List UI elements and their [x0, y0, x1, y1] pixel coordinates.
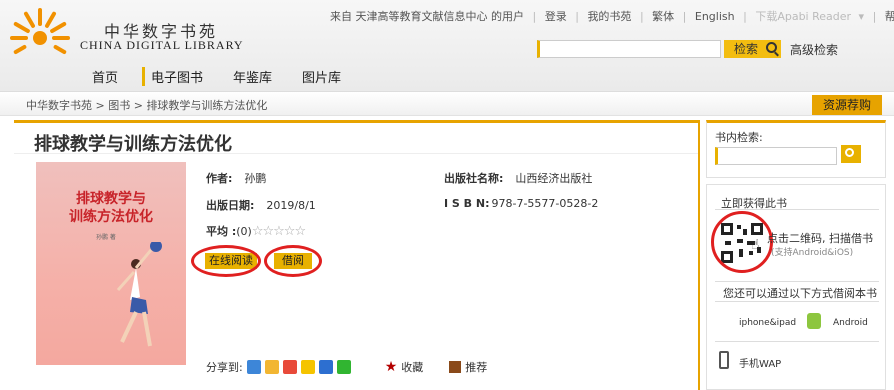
share-bar: 分享到: ★ 收藏 推荐 [206, 359, 487, 375]
share-qzone-icon[interactable] [264, 360, 279, 374]
highlight-circle [711, 211, 773, 273]
star-rating-icon[interactable]: ☆☆☆☆☆ [252, 224, 306, 239]
chevron-right-icon: > [133, 99, 147, 112]
mobile-phone-icon [719, 351, 729, 369]
brand-name-en: CHINA DIGITAL LIBRARY [80, 38, 244, 52]
search-button-label: 检索 [734, 42, 759, 56]
breadcrumb-current: 排球教学与训练方法优化 [146, 99, 268, 112]
favorite-link[interactable]: 收藏 [401, 359, 423, 375]
favorite-star-icon: ★ [384, 359, 398, 375]
rating-label: 平均 : [206, 225, 237, 238]
share-label: 分享到: [206, 361, 243, 374]
header: 中华数字书苑 CHINA DIGITAL LIBRARY 来自 天津高等教育文献… [0, 0, 894, 92]
search-input[interactable] [537, 40, 721, 58]
author-label: 作者: [206, 172, 233, 185]
author-value[interactable]: 孙鹏 [244, 172, 266, 185]
inbook-search-input[interactable] [715, 147, 837, 165]
nav-yearbooks[interactable]: 年鉴库 [227, 67, 272, 86]
resource-recommend-button[interactable]: 资源荐购 [812, 95, 882, 115]
author-field: 作者: 孙鹏 [206, 170, 266, 186]
share-weibo-icon[interactable] [282, 360, 297, 374]
my-books-link[interactable]: 我的书苑 [587, 10, 631, 23]
isbn-label: I S B N: [444, 197, 490, 210]
help-link[interactable]: 帮助 [885, 10, 894, 23]
rating-field: 平均 :(0)☆☆☆☆☆ [206, 223, 306, 239]
share-renren-icon[interactable] [318, 360, 333, 374]
inbook-search-label: 书内检索: [715, 131, 763, 144]
divider [14, 153, 698, 154]
recommend-icon [449, 361, 462, 373]
publisher-field: 出版社名称: 山西经济出版社 [444, 170, 592, 186]
cover-author: 孙鹏 著 [96, 234, 116, 241]
inbook-search-panel: 书内检索: [706, 120, 886, 178]
download-reader-link[interactable]: 下载Apabi Reader [755, 10, 851, 23]
get-book-panel: 立即获得此书 ☝ 点击二维码, 扫描借书 (支持Android&iOS) 您还可… [706, 184, 886, 390]
main-nav: 首页 电子图书 年鉴库 图片库 [86, 67, 365, 86]
top-links: 来自 天津高等教育文献信息中心 的用户 | 登录 | 我的书苑 | 繁体 | E… [328, 8, 894, 24]
chevron-right-icon: > [95, 99, 109, 112]
android-icon [807, 313, 821, 329]
highlight-circle [264, 245, 322, 277]
search-icon [766, 42, 777, 53]
isbn-field: I S B N: 978-7-5577-0528-2 [444, 197, 598, 210]
user-source-text: 来自 天津高等教育文献信息中心 的用户 [330, 10, 524, 23]
other-ways-text: 您还可以通过以下方式借阅本书 [723, 287, 877, 300]
android-link[interactable]: Android [833, 318, 868, 328]
qr-support-text: (支持Android&iOS) [771, 248, 854, 258]
rating-count: (0) [236, 225, 252, 238]
volleyball-player-illustration [116, 242, 162, 347]
english-link[interactable]: English [695, 10, 735, 23]
iphone-link[interactable]: iphone&ipad [739, 318, 796, 328]
traditional-chinese-link[interactable]: 繁体 [652, 10, 674, 23]
breadcrumb-home[interactable]: 中华数字书苑 [26, 99, 92, 112]
search-button[interactable]: 检索 [724, 40, 781, 58]
date-field: 出版日期: 2019/8/1 [206, 197, 316, 213]
breadcrumb: 中华数字书苑 > 图书 > 排球教学与训练方法优化 [0, 92, 894, 116]
login-link[interactable]: 登录 [545, 10, 567, 23]
advanced-search-link[interactable]: 高级检索 [790, 41, 838, 58]
breadcrumb-books[interactable]: 图书 [108, 99, 130, 112]
divider [698, 120, 700, 390]
share-plus-icon[interactable] [246, 360, 261, 374]
recommend-link[interactable]: 推荐 [465, 359, 487, 375]
search-icon [845, 148, 854, 157]
publisher-value[interactable]: 山西经济出版社 [515, 172, 592, 185]
divider [14, 120, 698, 123]
date-label: 出版日期: [206, 199, 255, 212]
share-qq-icon[interactable] [300, 360, 315, 374]
inbook-search-button[interactable] [841, 145, 861, 163]
qr-scan-text: 点击二维码, 扫描借书 [767, 232, 873, 245]
cover-title: 排球教学与 训练方法优化 [69, 191, 153, 225]
nav-images[interactable]: 图片库 [296, 67, 341, 86]
share-wechat-icon[interactable] [336, 360, 351, 374]
publisher-label: 出版社名称: [444, 172, 504, 185]
date-value: 2019/8/1 [266, 199, 316, 212]
isbn-value: 978-7-5577-0528-2 [491, 197, 599, 210]
nav-home[interactable]: 首页 [86, 67, 118, 86]
nav-ebooks[interactable]: 电子图书 [142, 67, 203, 86]
book-cover[interactable]: 排球教学与 训练方法优化 孙鹏 著 [36, 162, 186, 365]
wap-link[interactable]: 手机WAP [739, 355, 781, 370]
hand-pointer-icon: ☝ [751, 237, 760, 253]
highlight-circle [191, 245, 261, 277]
library-logo[interactable] [10, 4, 70, 60]
